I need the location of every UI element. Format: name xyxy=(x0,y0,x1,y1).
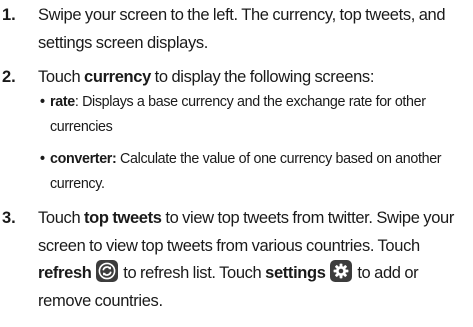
step-text: Swipe your screen to the left. The curre… xyxy=(38,2,468,57)
step-1-text: Swipe your screen to the left. The curre… xyxy=(38,6,446,52)
settings-term: settings xyxy=(265,264,326,282)
rate-term: rate xyxy=(50,94,75,110)
bullet-marker: • xyxy=(40,151,45,167)
bullet-marker: • xyxy=(40,94,45,110)
rate-description: : Displays a base currency and the excha… xyxy=(50,94,426,135)
bullet-body: converter: Calculate the value of one cu… xyxy=(40,147,470,197)
bullet-converter: • converter: Calculate the value of one … xyxy=(40,147,470,197)
instruction-page: 1. Swipe your screen to the left. The cu… xyxy=(0,0,473,327)
settings-icon xyxy=(329,260,352,282)
step-text: Touch top tweets to view top tweets from… xyxy=(38,205,468,315)
currency-term: currency xyxy=(84,68,151,86)
step-3-pre: Touch xyxy=(38,209,85,227)
bullet-rate: • rate: Displays a base currency and the… xyxy=(40,90,470,140)
refresh-term: refresh xyxy=(38,264,92,282)
step-number: 2. xyxy=(2,68,16,86)
top-tweets-term: top tweets xyxy=(84,209,162,227)
step-2-pre: Touch xyxy=(38,68,85,86)
refresh-icon xyxy=(95,260,118,282)
step-number: 1. xyxy=(2,6,16,24)
step-2-post: to display the following screens: xyxy=(150,68,375,86)
step-number: 3. xyxy=(2,209,16,227)
step-3-mid2: to refresh list. Touch xyxy=(119,264,266,282)
step-text: Touch currency to display the following … xyxy=(38,64,468,92)
bullet-body: rate: Displays a base currency and the e… xyxy=(40,90,470,140)
converter-term: converter: xyxy=(50,151,117,167)
